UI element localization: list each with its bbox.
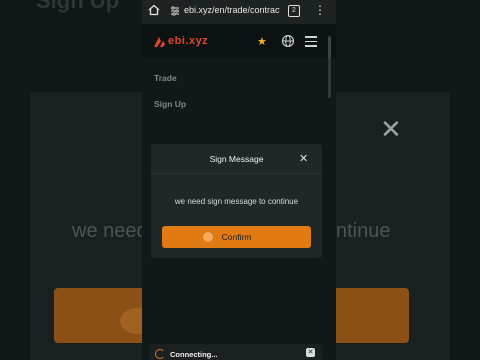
loading-spinner-icon — [155, 349, 165, 359]
background-title: Sign Up — [36, 0, 120, 13]
background-message-right: ntinue — [336, 220, 391, 242]
background-close-icon: ✕ — [380, 114, 402, 144]
connecting-toast: Connecting... ✕ — [149, 344, 322, 360]
close-icon[interactable]: ✕ — [299, 152, 308, 165]
logo-icon[interactable] — [152, 35, 166, 49]
sign-message-dialog: Sign Message ✕ we need sign message to c… — [151, 144, 322, 258]
toast-text: Connecting... — [170, 350, 218, 359]
confirm-button-label: Confirm — [221, 232, 252, 242]
dialog-message: we need sign message to continue — [174, 197, 299, 206]
url-text[interactable]: ebi.xyz/en/trade/contract — [184, 5, 280, 15]
confirm-button[interactable]: Confirm — [162, 226, 311, 248]
logo-text[interactable]: ebi.xyz — [168, 35, 208, 47]
home-icon[interactable] — [148, 4, 160, 16]
phone-screen: ebi.xyz/en/trade/contract 2 ⋮ ebi.xyz ★ … — [142, 0, 336, 360]
touch-indicator — [203, 232, 213, 242]
browser-address-bar: ebi.xyz/en/trade/contract 2 ⋮ — [142, 0, 336, 24]
favorite-star-icon[interactable]: ★ — [257, 35, 267, 48]
background-message-left: we need — [72, 220, 148, 242]
tab-switcher-button[interactable]: 2 — [288, 5, 300, 17]
globe-icon[interactable] — [281, 34, 295, 48]
dialog-divider — [151, 173, 322, 174]
more-menu-icon[interactable]: ⋮ — [314, 4, 326, 16]
toast-close-icon[interactable]: ✕ — [306, 348, 315, 357]
hamburger-menu-icon[interactable] — [305, 36, 317, 50]
site-header: ebi.xyz ★ — [142, 28, 336, 56]
dialog-title: Sign Message — [209, 154, 264, 164]
site-settings-icon[interactable] — [170, 5, 180, 17]
